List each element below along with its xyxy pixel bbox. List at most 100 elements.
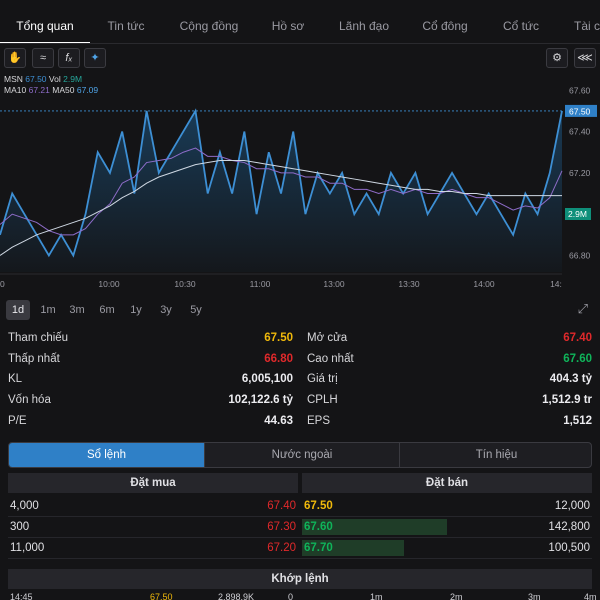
order-row-divider xyxy=(8,558,592,559)
stat-label: KL xyxy=(8,373,23,385)
period-3m[interactable]: 3m xyxy=(65,300,89,320)
x-tick-label: 14: xyxy=(550,279,562,289)
last-price-label: 67.50 xyxy=(569,106,591,116)
tab-nuoc-ngoai[interactable]: Nước ngoài xyxy=(204,443,399,467)
tab-cong-dong[interactable]: Cộng đồng xyxy=(170,0,248,43)
share-icon[interactable]: ⋘ xyxy=(574,48,596,68)
legend-vol: 2.9M xyxy=(63,74,83,84)
sell-volume: 100,500 xyxy=(548,542,590,554)
matched-axis-0: 0 xyxy=(288,592,294,600)
buy-order-row: 300 67.30 xyxy=(8,517,298,537)
stat-label: EPS xyxy=(307,415,331,427)
matched-axis-2: 2m xyxy=(450,592,463,600)
tab-co-dong[interactable]: Cổ đông xyxy=(412,0,478,43)
stat-label: Giá trị xyxy=(307,373,338,385)
stat-von-hoa: Vốn hóa 102,122.6 tỷ xyxy=(8,390,293,410)
period-5y[interactable]: 5y xyxy=(184,300,208,320)
y-tick-label: 67.40 xyxy=(569,127,591,137)
y-tick-label: 67.20 xyxy=(569,168,591,178)
sell-header: Đặt bán xyxy=(302,473,592,493)
matched-orders-header: Khớp lệnh xyxy=(8,569,592,589)
stat-value: 1,512.9 tr xyxy=(542,394,592,406)
x-tick-label: 13:30 xyxy=(398,279,420,289)
legend-price: 67.50 xyxy=(25,74,47,84)
stat-label: Cao nhất xyxy=(307,353,354,365)
legend-vol-label: Vol xyxy=(48,74,61,84)
buy-volume: 11,000 xyxy=(10,542,45,554)
stat-value: 67.40 xyxy=(563,332,592,344)
sell-volume: 12,000 xyxy=(554,500,590,512)
stat-label: P/E xyxy=(8,415,27,427)
matched-price: 67.50 xyxy=(150,592,173,600)
stat-label: Thấp nhất xyxy=(8,353,60,365)
tab-tai-chinh[interactable]: Tài c xyxy=(562,0,600,43)
y-tick-label: 66.80 xyxy=(569,250,591,260)
stat-cao-nhat: Cao nhất 67.60 xyxy=(307,349,592,369)
sell-volume: 142,800 xyxy=(548,521,590,533)
legend-ma10-label: MA10 xyxy=(4,85,27,95)
candle-chart-icon[interactable]: ≈ xyxy=(32,48,54,68)
stat-thap-nhat: Thấp nhất 66.80 xyxy=(8,349,293,369)
period-1d[interactable]: 1d xyxy=(6,300,30,320)
matched-axis-4: 4m xyxy=(584,592,597,600)
tab-tong-quan[interactable]: Tổng quan xyxy=(0,0,90,43)
sell-price: 67.50 xyxy=(304,500,333,512)
stat-value: 67.60 xyxy=(563,353,592,365)
stat-value: 404.3 tỷ xyxy=(549,373,592,385)
expand-icon[interactable]: ⤢ xyxy=(578,301,588,317)
magic-icon[interactable]: ✦ xyxy=(84,48,106,68)
buy-volume: 4,000 xyxy=(10,500,39,512)
stat-eps: EPS 1,512 xyxy=(307,411,592,431)
buy-price: 67.40 xyxy=(267,500,296,512)
stat-value: 6,005,100 xyxy=(241,373,293,385)
x-tick-label: 11:00 xyxy=(250,279,271,289)
period-1m[interactable]: 1m xyxy=(36,300,60,320)
sell-order-row: 67.70 100,500 xyxy=(302,538,592,558)
period-6m[interactable]: 6m xyxy=(95,300,119,320)
period-3y[interactable]: 3y xyxy=(154,300,178,320)
volume-label: 2.9M xyxy=(568,209,587,219)
price-chart-panel: 67.6067.4067.2067.0066.8067.502.9M10:001… xyxy=(0,44,600,296)
stat-value: 102,122.6 tỷ xyxy=(228,394,293,406)
period-1y[interactable]: 1y xyxy=(124,300,148,320)
matched-order-row: 14:45 67.50 2,898.9K 0 1m 2m 3m 4m xyxy=(8,590,597,600)
legend-symbol: MSN xyxy=(4,74,23,84)
buy-order-row: 4,000 67.40 xyxy=(8,496,298,516)
sell-order-row: 67.60 142,800 xyxy=(302,517,592,537)
hand-icon[interactable]: ✋ xyxy=(4,48,26,68)
stat-tham-chieu: Tham chiếu 67.50 xyxy=(8,328,293,348)
gear-icon[interactable]: ⚙ xyxy=(546,48,568,68)
tab-co-tuc[interactable]: Cổ tức xyxy=(492,0,550,43)
x-tick-label: 10:00 xyxy=(98,279,120,289)
stat-pe: P/E 44.63 xyxy=(8,411,293,431)
tab-lanh-dao[interactable]: Lãnh đạo xyxy=(330,0,398,43)
x-tick-label: 0 xyxy=(0,279,5,289)
matched-axis-1: 1m xyxy=(370,592,383,600)
matched-axis-3: 3m xyxy=(528,592,541,600)
tab-ho-so[interactable]: Hồ sơ xyxy=(258,0,318,43)
stat-value: 67.50 xyxy=(264,332,293,344)
stat-label: CPLH xyxy=(307,394,338,406)
stat-cplh: CPLH 1,512.9 tr xyxy=(307,390,592,410)
legend-ma50: 67.09 xyxy=(76,85,99,95)
x-tick-label: 14:00 xyxy=(473,279,495,289)
legend-ma50-label: MA50 xyxy=(52,85,75,95)
stat-label: Mở cửa xyxy=(307,332,348,344)
buy-price: 67.30 xyxy=(267,521,296,533)
stat-value: 1,512 xyxy=(563,415,592,427)
tab-so-lenh[interactable]: Sổ lệnh xyxy=(9,443,204,467)
stat-label: Tham chiếu xyxy=(8,332,69,344)
tab-tin-tuc[interactable]: Tin tức xyxy=(90,0,162,43)
x-tick-label: 13:00 xyxy=(323,279,345,289)
fx-icon[interactable]: fₓ xyxy=(58,48,80,68)
y-tick-label: 67.60 xyxy=(569,85,591,95)
tab-tin-hieu[interactable]: Tín hiệu xyxy=(399,443,591,467)
stat-kl: KL 6,005,100 xyxy=(8,369,293,389)
buy-price: 67.20 xyxy=(267,542,296,554)
chart-legend: MSN 67.50 Vol 2.9M MA10 67.21 MA50 67.09 xyxy=(4,74,98,96)
buy-order-row: 11,000 67.20 xyxy=(8,538,298,558)
buy-volume: 300 xyxy=(10,521,30,533)
tab-bar: Tổng quan Tin tức Cộng đồng Hồ sơ Lãnh đ… xyxy=(0,0,600,44)
stat-mo-cua: Mở cửa 67.40 xyxy=(307,328,592,348)
sell-price: 67.70 xyxy=(304,542,333,554)
